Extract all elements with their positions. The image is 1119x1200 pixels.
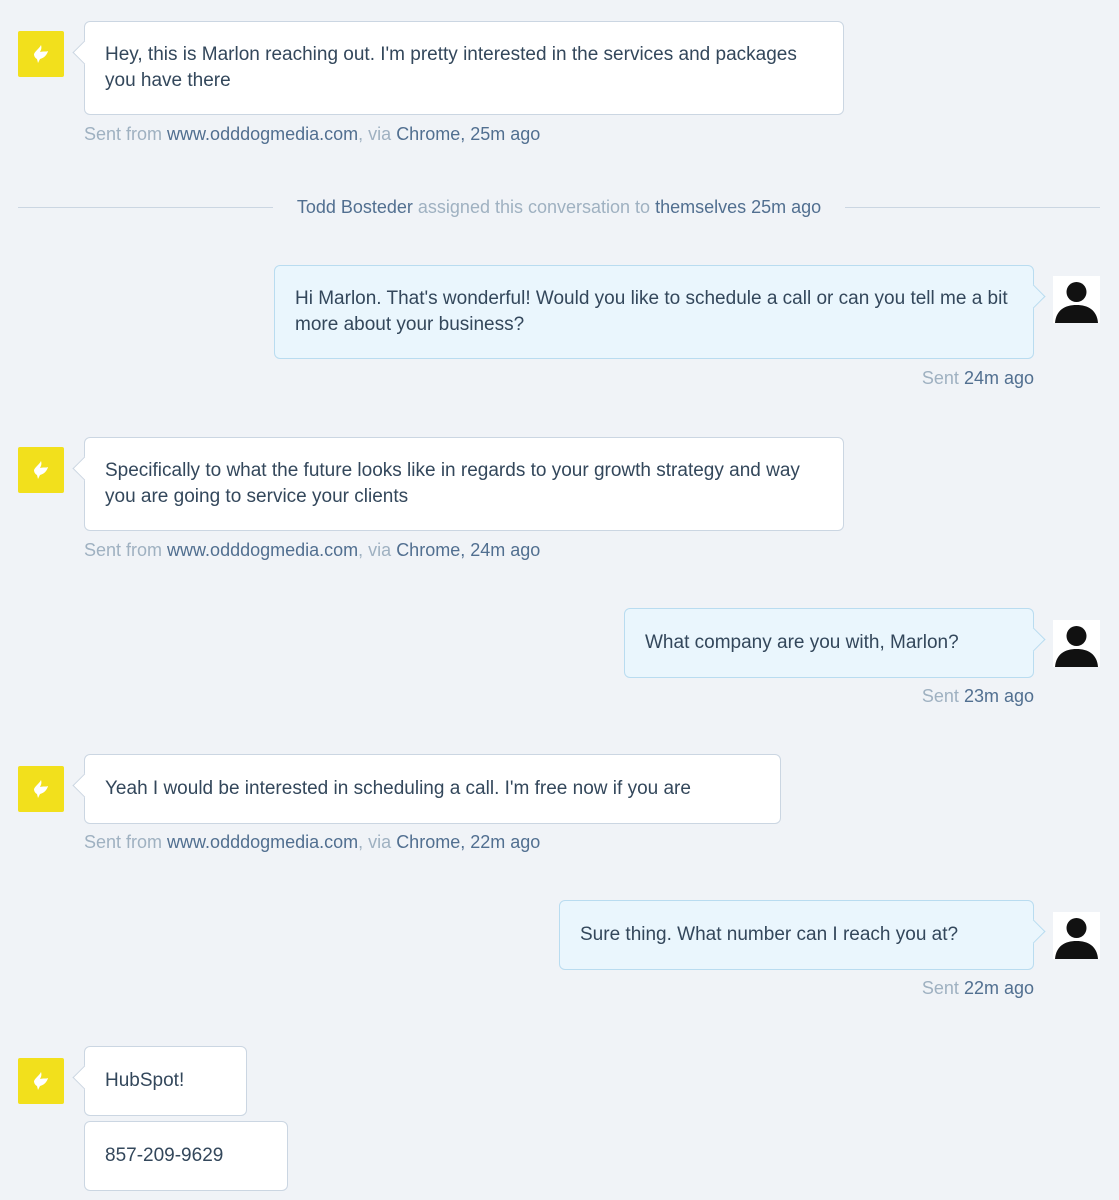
meta-label: Sent from xyxy=(84,832,163,852)
meta-time: , 22m ago xyxy=(460,832,541,852)
meta-site-link[interactable]: www.odddogmedia.com xyxy=(167,124,358,144)
message-bubble-agent: Sure thing. What number can I reach you … xyxy=(559,900,1034,970)
bird-logo-icon xyxy=(34,45,48,63)
visitor-avatar[interactable] xyxy=(18,1058,64,1104)
message-bubble-visitor: Yeah I would be interested in scheduling… xyxy=(84,754,781,824)
conversation-thread: Hey, this is Marlon reaching out. I'm pr… xyxy=(0,0,1119,1200)
message-bubble-visitor: HubSpot! xyxy=(84,1046,247,1116)
visitor-avatar[interactable] xyxy=(18,31,64,77)
user-silhouette-icon xyxy=(1055,282,1098,323)
agent-avatar[interactable] xyxy=(1053,620,1100,667)
message-text: 857-209-9629 xyxy=(105,1145,224,1166)
agent-avatar[interactable] xyxy=(1053,276,1100,323)
message-bubble-visitor: 857-209-9629 xyxy=(84,1121,288,1191)
assignment-divider: Todd Bosteder assigned this conversation… xyxy=(18,195,1100,219)
meta-time: , 25m ago xyxy=(460,124,541,144)
assignee-name: themselves xyxy=(655,197,747,217)
message-meta: Sent 23m ago xyxy=(922,685,1034,707)
meta-time: 22m ago xyxy=(963,978,1034,998)
meta-time: 23m ago xyxy=(963,686,1034,706)
meta-label: Sent xyxy=(921,686,959,706)
message-meta: Sent from www.odddogmedia.com, via Chrom… xyxy=(84,123,540,145)
assigner-name: Todd Bosteder xyxy=(296,197,413,217)
message-meta: Sent 22m ago xyxy=(922,977,1034,999)
message-text: What company are you with, Marlon? xyxy=(645,632,959,653)
message-meta: Sent 24m ago xyxy=(922,367,1034,389)
assignment-action: assigned this conversation to xyxy=(417,197,651,217)
message-bubble-visitor: Specifically to what the future looks li… xyxy=(84,437,844,531)
message-text: Sure thing. What number can I reach you … xyxy=(580,924,959,945)
meta-label: Sent xyxy=(921,978,959,998)
meta-label: Sent xyxy=(921,368,959,388)
bird-logo-icon xyxy=(34,780,48,798)
divider-line xyxy=(845,206,1100,208)
meta-label: , via xyxy=(358,540,392,560)
assignment-text: Todd Bosteder assigned this conversation… xyxy=(273,196,845,218)
message-text: Hey, this is Marlon reaching out. I'm pr… xyxy=(105,44,797,91)
meta-browser: Chrome xyxy=(396,124,461,144)
visitor-avatar[interactable] xyxy=(18,447,64,493)
meta-time: , 24m ago xyxy=(460,540,541,560)
meta-site-link[interactable]: www.odddogmedia.com xyxy=(167,832,358,852)
message-text: Hi Marlon. That's wonderful! Would you l… xyxy=(295,288,1008,335)
bird-logo-icon xyxy=(34,1072,48,1090)
message-bubble-visitor: Hey, this is Marlon reaching out. I'm pr… xyxy=(84,21,844,115)
message-meta: Sent from www.odddogmedia.com, via Chrom… xyxy=(84,539,540,561)
message-bubble-agent: What company are you with, Marlon? xyxy=(624,608,1034,678)
agent-avatar[interactable] xyxy=(1053,912,1100,959)
assignment-time: 25m ago xyxy=(751,197,822,217)
message-text: Specifically to what the future looks li… xyxy=(105,460,800,507)
divider-line xyxy=(18,206,273,208)
message-bubble-agent: Hi Marlon. That's wonderful! Would you l… xyxy=(274,265,1034,359)
bird-logo-icon xyxy=(34,461,48,479)
meta-label: , via xyxy=(358,124,392,144)
visitor-avatar[interactable] xyxy=(18,766,64,812)
user-silhouette-icon xyxy=(1055,918,1098,959)
user-silhouette-icon xyxy=(1055,626,1098,667)
meta-browser: Chrome xyxy=(396,540,461,560)
message-meta: Sent from www.odddogmedia.com, via Chrom… xyxy=(84,831,540,853)
meta-label: , via xyxy=(358,832,392,852)
meta-site-link[interactable]: www.odddogmedia.com xyxy=(167,540,358,560)
meta-browser: Chrome xyxy=(396,832,461,852)
meta-time: 24m ago xyxy=(963,368,1034,388)
meta-label: Sent from xyxy=(84,540,163,560)
message-text: Yeah I would be interested in scheduling… xyxy=(105,778,691,799)
message-text: HubSpot! xyxy=(105,1070,185,1091)
meta-label: Sent from xyxy=(84,124,163,144)
